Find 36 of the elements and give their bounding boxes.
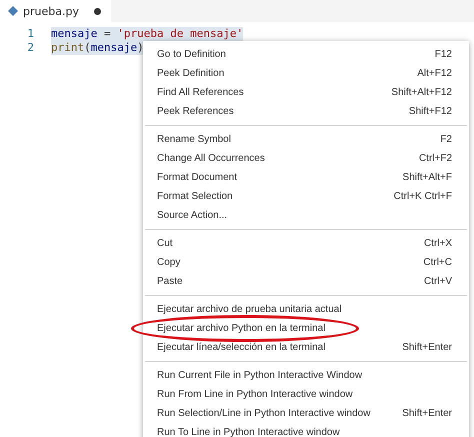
shortcut-label: Shift+Enter bbox=[402, 342, 452, 353]
menu-item[interactable]: Run To Line in Python Interactive window bbox=[143, 423, 469, 437]
shortcut-label: Shift+Alt+F12 bbox=[391, 87, 452, 98]
python-icon bbox=[8, 6, 18, 16]
shortcut-label: Ctrl+X bbox=[424, 238, 452, 249]
shortcut-label: F2 bbox=[440, 134, 452, 145]
menu-item[interactable]: Go to Definition F12 bbox=[143, 45, 469, 64]
menu-item[interactable]: Source Action... bbox=[143, 206, 469, 225]
menu-item[interactable]: Ejecutar archivo de prueba unitaria actual bbox=[143, 300, 469, 319]
shortcut-label: Ctrl+V bbox=[424, 276, 452, 287]
menu-item[interactable]: Rename Symbol F2 bbox=[143, 130, 469, 149]
menu-item[interactable]: Peek Definition Alt+F12 bbox=[143, 64, 469, 83]
menu-item[interactable]: Cut Ctrl+X bbox=[143, 234, 469, 253]
shortcut-label: Alt+F12 bbox=[417, 68, 452, 79]
menu-item[interactable]: Paste Ctrl+V bbox=[143, 272, 469, 291]
shortcut-label: Shift+Enter bbox=[402, 408, 452, 419]
menu-item[interactable]: Find All References Shift+Alt+F12 bbox=[143, 83, 469, 102]
menu-item[interactable]: Run Selection/Line in Python Interactive window Shift+Enter bbox=[143, 404, 469, 423]
shortcut-label: Shift+F12 bbox=[408, 106, 452, 117]
menu-item[interactable]: Run From Line in Python Interactive window bbox=[143, 385, 469, 404]
menu-item[interactable]: Format Selection Ctrl+K Ctrl+F bbox=[143, 187, 469, 206]
editor-tab[interactable]: prueba.py bbox=[0, 0, 111, 22]
line-number: 1 bbox=[26, 27, 35, 41]
menu-item[interactable]: Change All Occurrences Ctrl+F2 bbox=[143, 149, 469, 168]
menu-item[interactable]: Ejecutar línea/selección en la terminal Shift+Enter bbox=[143, 338, 469, 357]
shortcut-label: Ctrl+K Ctrl+F bbox=[394, 191, 452, 202]
shortcut-label: F12 bbox=[434, 49, 452, 60]
menu-item[interactable]: Run Current File in Python Interactive Window bbox=[143, 366, 469, 385]
menu-item[interactable]: Peek References Shift+F12 bbox=[143, 102, 469, 121]
shortcut-label: Ctrl+F2 bbox=[418, 153, 452, 164]
menu-item[interactable]: Format Document Shift+Alt+F bbox=[143, 168, 469, 187]
line-number: 2 bbox=[26, 41, 35, 55]
menu-item[interactable]: Ejecutar archivo Python en la terminal bbox=[143, 319, 469, 338]
shortcut-label: Ctrl+C bbox=[423, 257, 452, 268]
menu-item[interactable]: Copy Ctrl+C bbox=[143, 253, 469, 272]
shortcut-label: Shift+Alt+F bbox=[402, 172, 452, 183]
